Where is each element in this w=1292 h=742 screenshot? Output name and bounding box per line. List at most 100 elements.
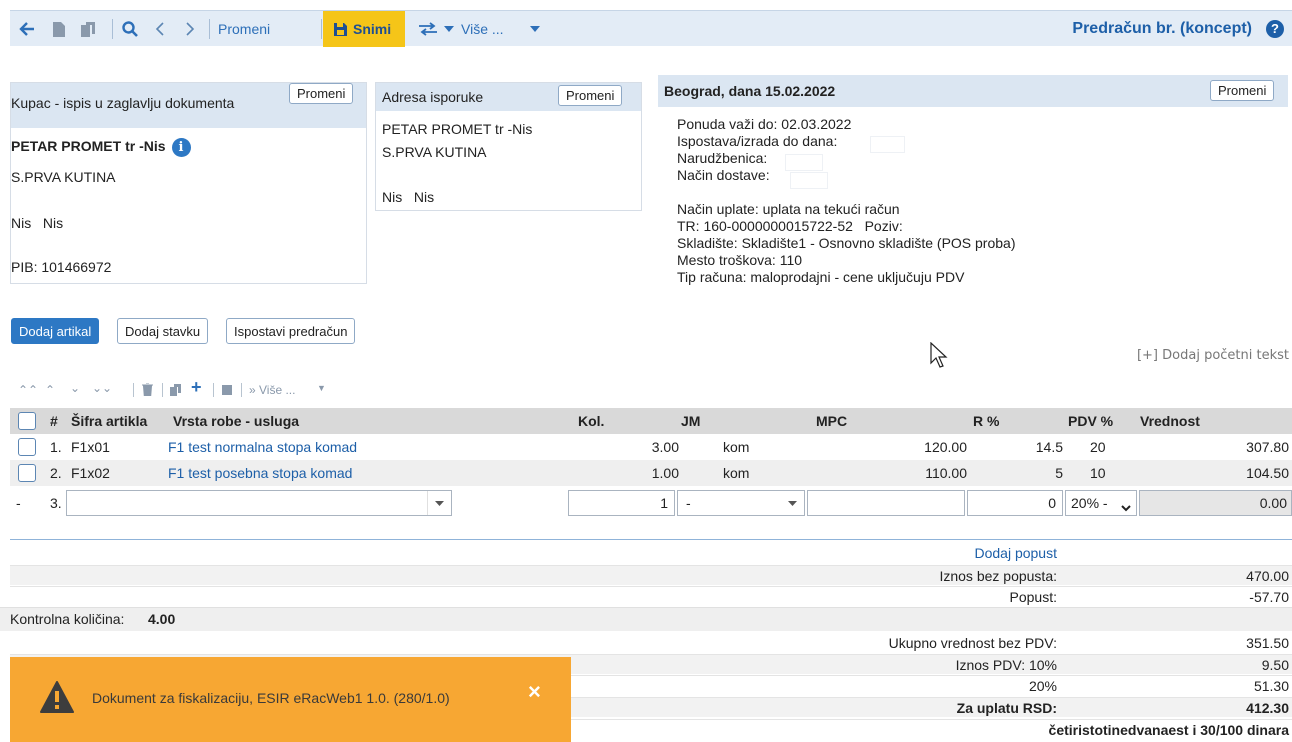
net-value: 351.50 [1246,635,1289,651]
table-row[interactable]: 1. F1x01 F1 test normalna stopa komad 3.… [10,434,1292,460]
delivery-name: PETAR PROMET tr -Nis [382,121,533,137]
select-all-checkbox[interactable] [18,412,36,430]
col-value: Vrednost [1140,413,1200,429]
add-article-button[interactable]: Dodaj artikal [11,318,100,344]
move-down-icon[interactable]: ⌄ [70,381,80,395]
customer-city: Nis Nis [11,215,63,231]
table-row[interactable]: 2. F1x02 F1 test posebna stopa komad 1.0… [10,460,1292,486]
delivery-street: S.PRVA KUTINA [382,144,487,160]
control-quantity-value: 4.00 [148,611,176,627]
new-row-value: 0.00 [1259,495,1287,511]
total-label: Za uplatu RSD: [956,700,1057,716]
row-code: F1x02 [71,465,110,481]
row-num: 1. [50,439,62,455]
next-icon[interactable] [180,11,200,47]
delivery-city-1: Nis [382,189,403,205]
unit-select[interactable]: - [677,490,805,516]
grid-more-dropdown-icon[interactable]: ▼ [317,383,326,393]
article-dropdown-icon[interactable] [427,491,451,515]
customer-panel: Kupac - ispis u zaglavlju dokumenta Prom… [10,82,367,284]
control-quantity-label: Kontrolna količina: [10,611,125,627]
info-icon[interactable]: i [171,138,191,157]
previous-icon[interactable] [150,11,170,47]
transfer-icon[interactable] [415,11,441,47]
search-icon[interactable] [118,11,142,47]
price-input[interactable] [807,490,965,516]
row-description-link[interactable]: F1 test normalna stopa komad [168,434,357,460]
add-intro-text-link[interactable]: [+] Dodaj početni tekst [1137,348,1289,363]
doc-info-details: Ponuda važi do: 02.03.2022 Ispostava/izr… [677,116,1277,316]
row-checkbox[interactable] [18,464,36,482]
row-code: F1x01 [71,439,110,455]
discount-input[interactable]: 0 [967,490,1063,516]
vat-dropdown-icon[interactable] [1121,499,1131,515]
grid-toolbar: ⌃⌃ ⌃ ⌄ ⌄⌄ + » Više ... ▼ [10,377,370,402]
close-icon[interactable]: × [528,679,541,705]
gross-label: Iznos bez popusta: [939,568,1057,584]
customer-edit-button[interactable]: Promeni [289,83,354,104]
row-price: 110.00 [925,465,967,481]
vat-select[interactable]: 20% - [1065,490,1137,516]
more-menu-button[interactable]: Više ... [461,11,504,47]
summary-row: Ukupno vrednost bez PDV: 351.50 [10,633,1292,653]
row-checkbox[interactable] [18,438,36,456]
delivery-panel: Adresa isporuke Promeni PETAR PROMET tr … [375,82,642,211]
save-label: Snimi [353,21,392,37]
copy-document-icon[interactable] [76,11,102,47]
unit-dropdown-icon[interactable] [780,491,804,515]
vat-value: 20% - [1071,495,1108,511]
edit-button[interactable]: Promeni [218,11,270,47]
new-document-icon[interactable] [48,11,70,47]
customer-city-2: Nis [42,215,64,231]
col-discount: R % [973,413,1000,429]
row-vat: 20 [1090,439,1106,455]
doc-info-edit-button[interactable]: Promeni [1210,80,1275,101]
value-readonly: 0.00 [1139,490,1292,516]
discount-label: Popust: [1009,589,1057,605]
quantity-input[interactable]: 1 [568,490,675,516]
issue-invoice-button[interactable]: Ispostavi predračun [226,318,356,344]
quantity-value: 1 [660,495,668,511]
move-up-icon[interactable]: ⌃ [45,383,55,397]
shipping-method-field[interactable] [790,172,828,189]
copy-row-icon[interactable] [170,384,182,399]
help-icon[interactable]: ? [1266,20,1284,38]
delivery-edit-button[interactable]: Promeni [558,85,623,106]
row-value: 307.80 [1246,439,1289,455]
discount-value: 0 [1048,495,1056,511]
vat10-value: 9.50 [1261,657,1289,673]
summary-row: Iznos bez popusta: 470.00 [10,565,1292,585]
transfer-dropdown-icon[interactable] [442,11,456,47]
valid-until: Ponuda važi do: 02.03.2022 [677,116,852,132]
customer-name-text: PETAR PROMET tr -Nis [11,138,166,155]
delete-icon[interactable] [142,382,153,399]
move-top-icon[interactable]: ⌃⌃ [18,383,38,397]
shipping-method: Način dostave: [677,167,770,183]
order-number-field[interactable] [785,154,823,171]
summary-row: Popust: -57.70 [10,586,1292,606]
vat20-value: 51.30 [1253,678,1289,694]
cost-center: Mesto troškova: 110 [677,252,803,268]
more-dropdown-icon[interactable] [528,11,542,47]
article-select[interactable] [66,490,452,516]
mouse-cursor-icon [930,341,948,371]
row-discount: 5 [1055,465,1063,481]
delivery-deadline-field[interactable] [870,136,905,153]
add-discount-link[interactable]: Dodaj popust [974,543,1057,563]
grid-more-button[interactable]: » Više ... [249,383,295,397]
save-button[interactable]: Snimi [323,11,405,47]
net-label: Ukupno vrednost bez PDV: [888,635,1057,651]
notification-message: Dokument za fiskalizaciju, ESIR eRacWeb1… [92,690,450,706]
vat20-label: 20% [1028,678,1057,694]
move-bottom-icon[interactable]: ⌄⌄ [92,381,112,395]
delivery-city: Nis Nis [382,189,434,205]
add-row-icon[interactable]: + [191,377,202,398]
stop-icon[interactable] [222,385,232,395]
row-discount: 14.5 [1035,439,1063,455]
add-item-button[interactable]: Dodaj stavku [117,318,209,344]
summary-row: Dodaj popust [10,543,1292,563]
row-description-link[interactable]: F1 test posebna stopa komad [168,460,352,486]
back-arrow-icon[interactable] [16,11,38,47]
main-toolbar: Promeni Snimi Više ... Predračun br. (ko… [10,10,1292,47]
customer-city-1: Nis [11,215,32,231]
